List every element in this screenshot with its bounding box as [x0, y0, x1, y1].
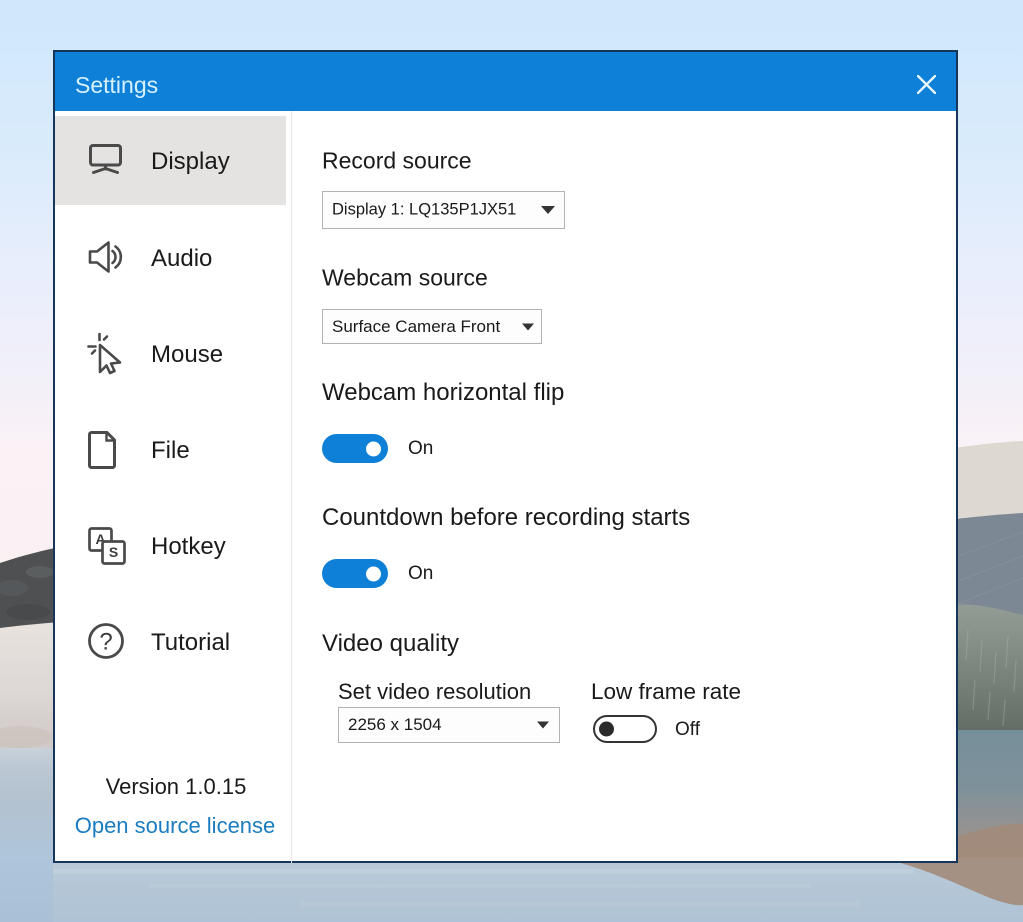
- svg-text:?: ?: [99, 629, 112, 656]
- svg-text:S: S: [109, 544, 118, 560]
